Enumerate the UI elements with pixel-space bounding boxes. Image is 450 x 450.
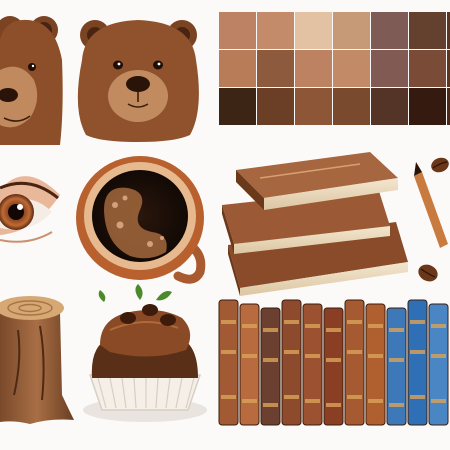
spine-band (410, 320, 425, 324)
spine-band (221, 395, 236, 399)
book-spine (260, 307, 281, 426)
palette-swatch (219, 88, 256, 125)
spine-band (368, 354, 383, 358)
eye-icon (0, 176, 60, 243)
book-spine (239, 303, 260, 426)
pencil-and-beans (414, 157, 449, 282)
chocolate-cupcake (83, 284, 207, 422)
cupcake-icon (83, 284, 207, 422)
book-spine (218, 299, 239, 426)
spine-band (221, 320, 236, 324)
spine-band (410, 395, 425, 399)
book-spine (428, 303, 449, 426)
spine-band (242, 399, 257, 403)
spine-band (326, 358, 341, 362)
book-spine (323, 307, 344, 426)
book-spine (302, 303, 323, 426)
palette-swatch (371, 50, 408, 87)
book-spine (407, 299, 428, 426)
tree-stump (0, 296, 74, 424)
spine-band (431, 324, 446, 328)
illustration-scene (0, 12, 450, 426)
spine-band (347, 395, 362, 399)
palette-swatch (257, 12, 294, 49)
pencil-icon (414, 162, 448, 248)
bear-portrait-center (77, 20, 199, 142)
palette-swatch (333, 12, 370, 49)
book-spine (365, 303, 386, 426)
palette-swatch (409, 88, 446, 125)
palette-swatch (295, 88, 332, 125)
spine-band (389, 403, 404, 407)
spine-band (221, 350, 236, 354)
spine-band (326, 403, 341, 407)
spine-band (242, 324, 257, 328)
brown-eye (0, 176, 60, 243)
spine-band (263, 403, 278, 407)
spine-band (242, 354, 257, 358)
coffee-cup (76, 156, 206, 284)
spine-band (263, 328, 278, 332)
spine-band (326, 328, 341, 332)
spine-band (305, 324, 320, 328)
spine-band (347, 350, 362, 354)
palette-swatch (219, 12, 256, 49)
color-palette (219, 12, 450, 125)
books-icon (222, 152, 408, 296)
bear-icon (0, 16, 63, 146)
palette-swatch (257, 50, 294, 87)
palette-swatch (219, 50, 256, 87)
spine-band (368, 399, 383, 403)
spine-band (431, 354, 446, 358)
spine-band (305, 399, 320, 403)
palette-swatch (409, 50, 446, 87)
coffee-bean-icon (418, 264, 438, 282)
spine-band (347, 320, 362, 324)
palette-swatch (295, 12, 332, 49)
spine-band (431, 399, 446, 403)
spine-band (305, 354, 320, 358)
palette-swatch (409, 12, 446, 49)
spine-band (368, 324, 383, 328)
spine-band (389, 328, 404, 332)
palette-swatch (371, 88, 408, 125)
stump-icon (0, 296, 74, 424)
coffee-cup-icon (76, 156, 206, 284)
book-spine (344, 299, 365, 426)
spine-band (410, 350, 425, 354)
spine-band (284, 395, 299, 399)
bear-icon (77, 20, 199, 142)
bookshelf-icon (218, 299, 449, 426)
bear-portrait-left (0, 16, 63, 146)
spine-band (284, 320, 299, 324)
book-stack (222, 152, 408, 296)
book-spine (386, 307, 407, 426)
bookshelf-spines (218, 299, 449, 426)
spine-band (284, 350, 299, 354)
coffee-bean-icon (431, 157, 449, 173)
palette-swatch (333, 88, 370, 125)
spine-band (263, 358, 278, 362)
palette-swatch (295, 50, 332, 87)
spine-band (389, 358, 404, 362)
palette-swatch (257, 88, 294, 125)
book-spine (281, 299, 302, 426)
palette-swatch (333, 50, 370, 87)
palette-swatch (371, 12, 408, 49)
